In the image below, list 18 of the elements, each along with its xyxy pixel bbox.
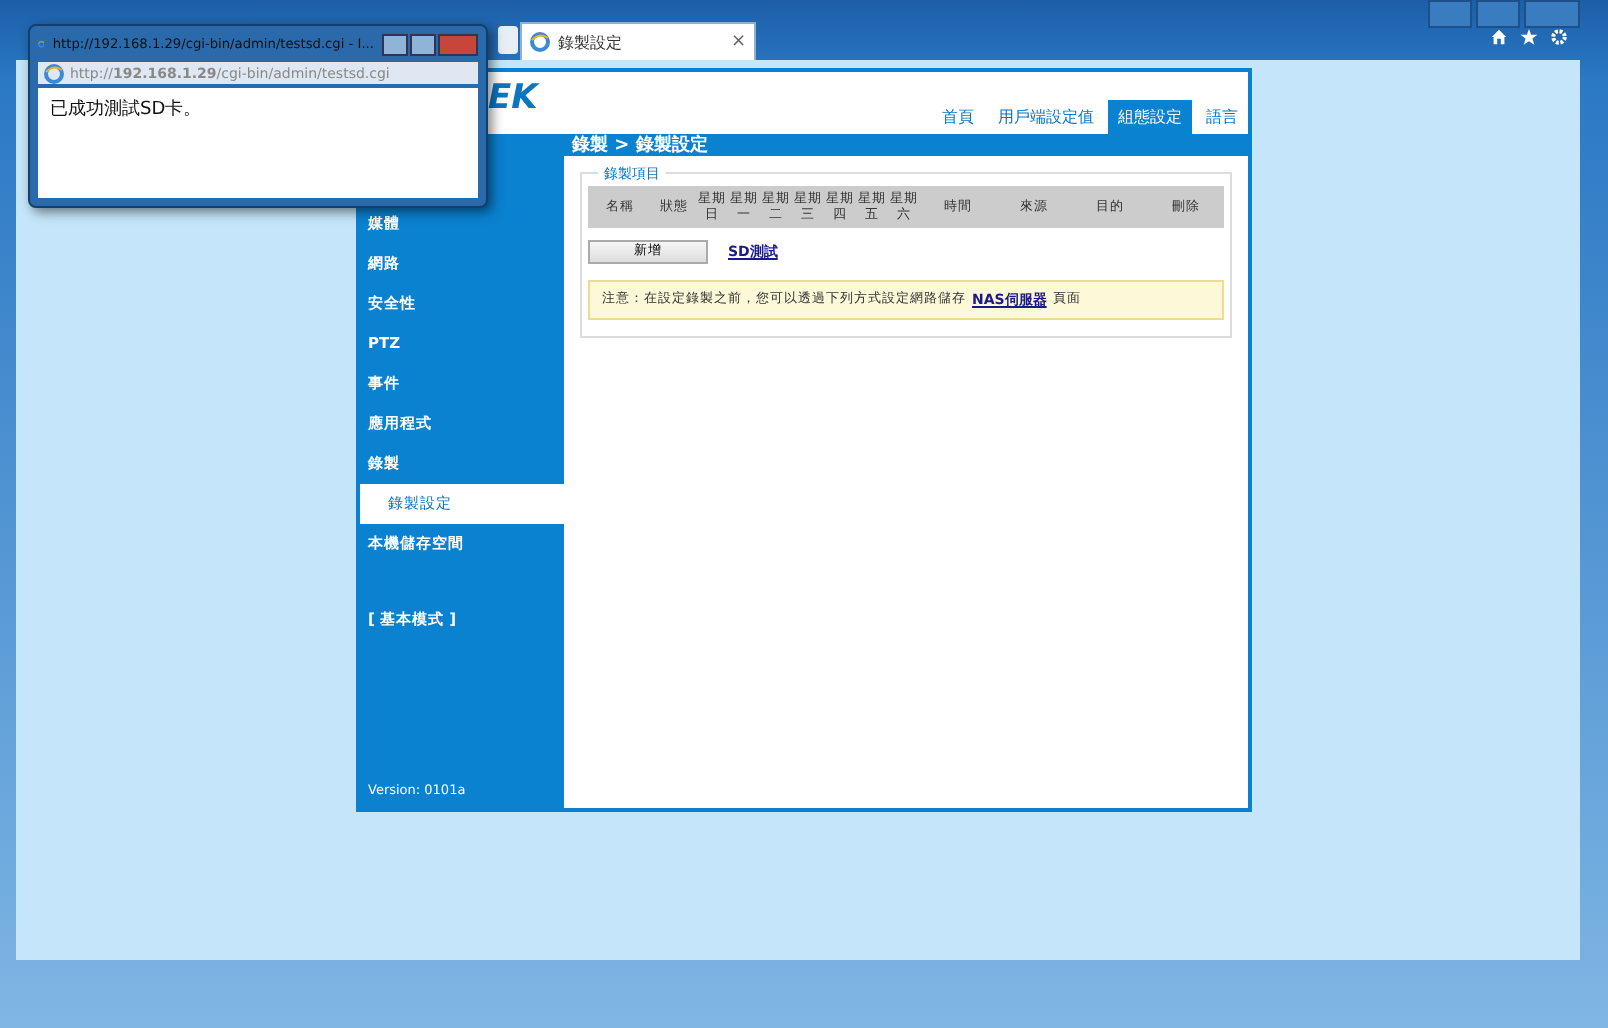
nav-tab[interactable]: 首頁	[932, 100, 984, 134]
logo: EK	[488, 78, 538, 118]
tab-title: 錄製設定	[558, 31, 622, 53]
nav-tab[interactable]: 用戶端設定值	[988, 100, 1104, 134]
minimize-button[interactable]	[382, 33, 408, 55]
tab-close-button[interactable]: ×	[730, 32, 746, 52]
browser-icon	[530, 32, 550, 52]
home-icon[interactable]	[1490, 28, 1508, 46]
close-button[interactable]	[438, 33, 478, 55]
browser-tab[interactable]: 錄製設定 ×	[520, 22, 756, 60]
nav-tab[interactable]: 語言	[1196, 100, 1248, 134]
popup-message: 已成功測試SD卡。	[50, 100, 202, 120]
browser-icon	[44, 63, 64, 83]
settings-icon[interactable]	[1550, 28, 1568, 46]
nav-tab[interactable]: 組態設定	[1108, 100, 1192, 134]
breadcrumb: 錄製 > 錄製設定	[572, 132, 708, 158]
star-icon[interactable]	[1520, 28, 1538, 46]
maximize-button[interactable]	[410, 33, 436, 55]
